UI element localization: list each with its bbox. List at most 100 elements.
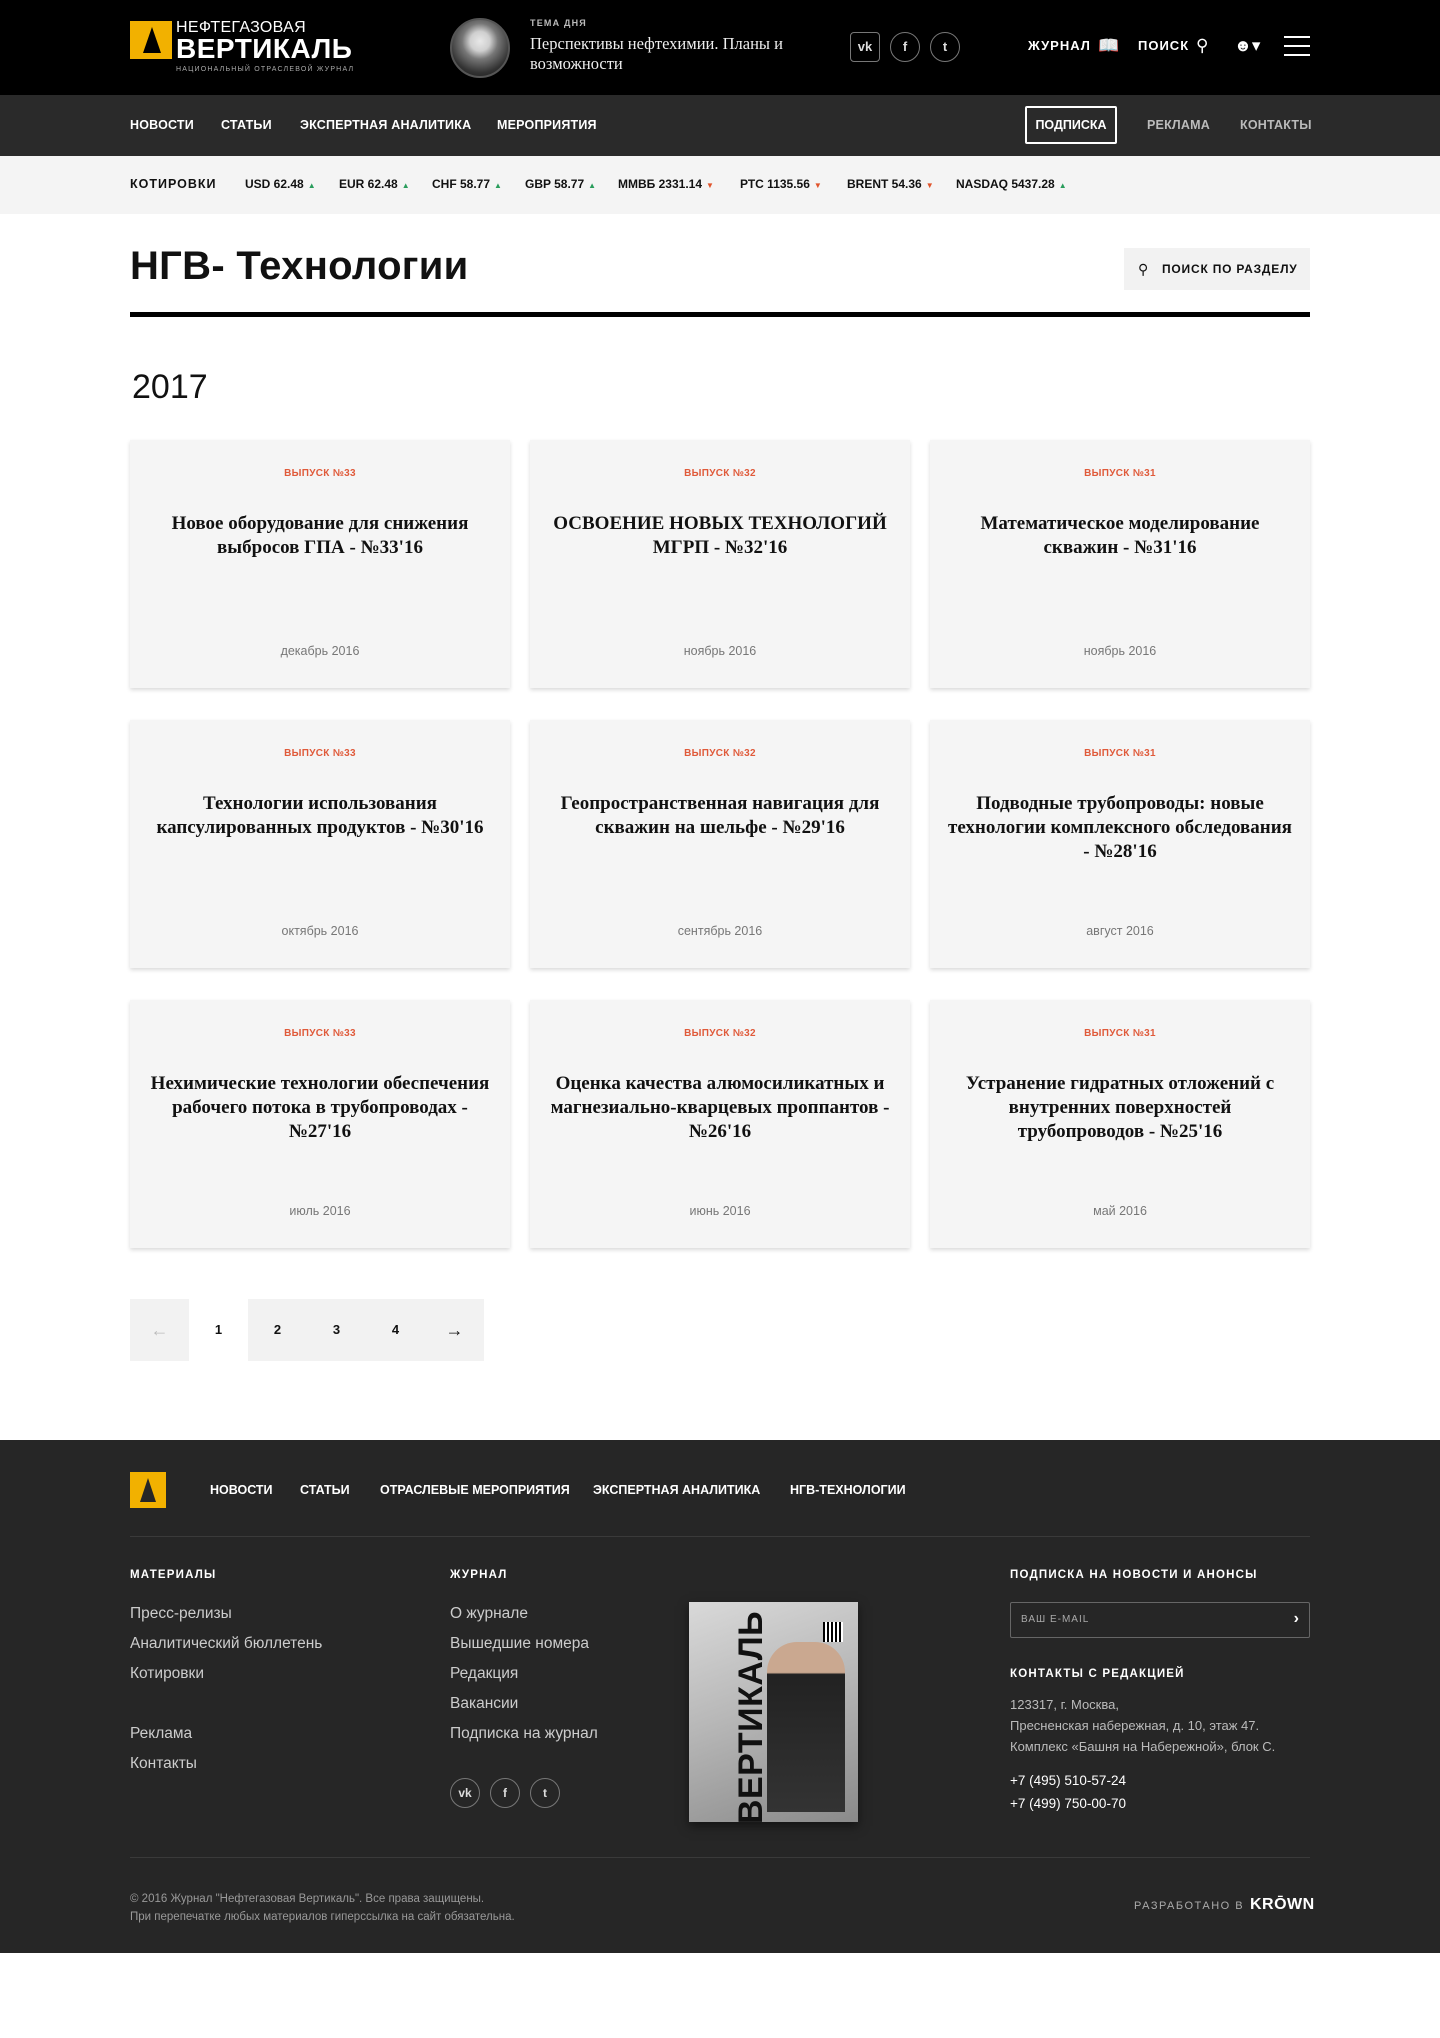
journal-link[interactable]: О журнале bbox=[450, 1605, 528, 1623]
article-title[interactable]: Геопространственная навигация для скважи… bbox=[546, 792, 894, 840]
qr-code-icon bbox=[823, 1622, 843, 1642]
copyright-line: © 2016 Журнал "Нефтегазовая Вертикаль". … bbox=[130, 1893, 485, 1905]
arrow-down-icon: ▼ bbox=[706, 181, 714, 190]
journal-cover-image[interactable]: ВЕРТИКАЛЬ bbox=[689, 1602, 858, 1822]
twitter-icon[interactable]: t bbox=[530, 1778, 560, 1808]
phone-link[interactable]: +7 (495) 510-57-24 bbox=[1010, 1773, 1126, 1788]
page-3-button[interactable]: 3 bbox=[307, 1299, 366, 1361]
facebook-icon[interactable]: f bbox=[890, 32, 920, 62]
topic-link[interactable]: Перспективы нефтехимии. Планы и возможно… bbox=[530, 34, 790, 74]
issue-label: ВЫПУСК №31 bbox=[1084, 1028, 1156, 1039]
issue-label: ВЫПУСК №32 bbox=[684, 468, 756, 479]
materials-link[interactable]: Аналитический бюллетень bbox=[130, 1635, 322, 1653]
quote-item: NASDAQ 5437.28 ▲ bbox=[956, 177, 1067, 191]
article-date: май 2016 bbox=[1093, 1204, 1147, 1218]
article-title[interactable]: Устранение гидратных отложений с внутрен… bbox=[946, 1072, 1294, 1144]
prev-page-arrow-icon[interactable]: ← bbox=[130, 1299, 189, 1361]
materials-link[interactable]: Контакты bbox=[130, 1755, 197, 1773]
issue-label: ВЫПУСК №33 bbox=[284, 468, 356, 479]
arrow-up-icon: ▲ bbox=[588, 181, 597, 190]
search-icon[interactable]: ⚲ bbox=[1196, 36, 1208, 56]
title-divider bbox=[130, 312, 1310, 317]
next-page-arrow-icon[interactable]: → bbox=[425, 1299, 484, 1361]
footer-nav-analytics[interactable]: ЭКСПЕРТНАЯ АНАЛИТИКА bbox=[593, 1483, 760, 1497]
article-card[interactable]: ВЫПУСК №31 Подводные трубопроводы: новые… bbox=[930, 720, 1310, 968]
email-input[interactable]: ВАШ E-MAIL › bbox=[1010, 1602, 1310, 1638]
site-logo[interactable]: НЕФТЕГАЗОВАЯ ВЕРТИКАЛЬ НАЦИОНАЛЬНЫЙ ОТРА… bbox=[130, 19, 370, 75]
nav-item-news[interactable]: НОВОСТИ bbox=[130, 118, 194, 132]
journal-link[interactable]: Подписка на журнал bbox=[450, 1725, 598, 1743]
footer-logo-icon[interactable] bbox=[130, 1472, 166, 1508]
hamburger-menu-icon[interactable] bbox=[1284, 36, 1310, 56]
journal-link[interactable]: Редакция bbox=[450, 1665, 518, 1683]
logo-tagline: НАЦИОНАЛЬНЫЙ ОТРАСЛЕВОЙ ЖУРНАЛ bbox=[176, 66, 355, 73]
vk-icon[interactable]: vk bbox=[450, 1778, 480, 1808]
footer: НОВОСТИ СТАТЬИ ОТРАСЛЕВЫЕ МЕРОПРИЯТИЯ ЭК… bbox=[0, 1440, 1440, 1953]
article-card[interactable]: ВЫПУСК №33 Технологии использования капс… bbox=[130, 720, 510, 968]
footer-nav-news[interactable]: НОВОСТИ bbox=[210, 1483, 273, 1497]
vk-icon[interactable]: vk bbox=[850, 32, 880, 62]
search-icon: ⚲ bbox=[1138, 261, 1150, 277]
nav-item-contacts[interactable]: КОНТАКТЫ bbox=[1240, 118, 1312, 132]
article-title[interactable]: Технологии использования капсулированных… bbox=[146, 792, 494, 840]
arrow-down-icon: ▼ bbox=[925, 181, 934, 190]
article-date: июнь 2016 bbox=[689, 1204, 751, 1218]
quote-item: EUR 62.48 ▲ bbox=[339, 177, 410, 191]
footer-nav-articles[interactable]: СТАТЬИ bbox=[300, 1483, 350, 1497]
page-4-button[interactable]: 4 bbox=[366, 1299, 425, 1361]
section-search-button[interactable]: ⚲ ПОИСК ПО РАЗДЕЛУ bbox=[1124, 248, 1310, 290]
journal-link[interactable]: Вакансии bbox=[450, 1695, 518, 1713]
article-title[interactable]: Подводные трубопроводы: новые технологии… bbox=[946, 792, 1294, 864]
page-2-button[interactable]: 2 bbox=[248, 1299, 307, 1361]
search-link[interactable]: ПОИСК bbox=[1138, 38, 1189, 53]
article-title[interactable]: ОСВОЕНИЕ НОВЫХ ТЕХНОЛОГИЙ МГРП - №32'16 bbox=[546, 512, 894, 560]
nav-item-analytics[interactable]: ЭКСПЕРТНАЯ АНАЛИТИКА bbox=[300, 118, 471, 132]
phone-link[interactable]: +7 (499) 750-00-70 bbox=[1010, 1796, 1126, 1811]
subscribe-button[interactable]: ПОДПИСКА bbox=[1025, 106, 1117, 144]
article-card[interactable]: ВЫПУСК №31 Устранение гидратных отложени… bbox=[930, 1000, 1310, 1248]
chevron-right-icon[interactable]: › bbox=[1294, 1610, 1299, 1628]
article-card[interactable]: ВЫПУСК №31 Математическое моделирование … bbox=[930, 440, 1310, 688]
footer-nav-events[interactable]: ОТРАСЛЕВЫЕ МЕРОПРИЯТИЯ bbox=[380, 1483, 570, 1497]
quote-item: РТС 1135.56 ▼ bbox=[740, 177, 822, 191]
article-card[interactable]: ВЫПУСК №32 ОСВОЕНИЕ НОВЫХ ТЕХНОЛОГИЙ МГР… bbox=[530, 440, 910, 688]
contacts-heading: КОНТАКТЫ С РЕДАКЦИЕЙ bbox=[1010, 1668, 1185, 1680]
section-search-label: ПОИСК ПО РАЗДЕЛУ bbox=[1162, 262, 1298, 276]
user-menu-icon[interactable]: ☻▾ bbox=[1234, 36, 1260, 56]
article-title[interactable]: Оценка качества алюмосиликатных и магнез… bbox=[546, 1072, 894, 1144]
page-title: НГВ- Технологии bbox=[130, 244, 469, 288]
article-card[interactable]: ВЫПУСК №32 Геопространственная навигация… bbox=[530, 720, 910, 968]
topic-author-avatar[interactable] bbox=[450, 18, 510, 78]
page-1-button[interactable]: 1 bbox=[189, 1299, 248, 1361]
arrow-up-icon: ▲ bbox=[1058, 181, 1067, 190]
materials-link[interactable]: Реклама bbox=[130, 1725, 192, 1743]
materials-link[interactable]: Пресс-релизы bbox=[130, 1605, 232, 1623]
year-heading: 2017 bbox=[132, 368, 208, 406]
email-placeholder: ВАШ E-MAIL bbox=[1021, 1614, 1090, 1625]
article-card[interactable]: ВЫПУСК №32 Оценка качества алюмосиликатн… bbox=[530, 1000, 910, 1248]
article-title[interactable]: Математическое моделирование скважин - №… bbox=[946, 512, 1294, 560]
issue-label: ВЫПУСК №33 bbox=[284, 1028, 356, 1039]
journal-link[interactable]: Вышедшие номера bbox=[450, 1635, 589, 1653]
nav-item-articles[interactable]: СТАТЬИ bbox=[221, 118, 272, 132]
address-line: 123317, г. Москва, bbox=[1010, 1697, 1119, 1712]
footer-nav-ngv-tech[interactable]: НГВ-ТЕХНОЛОГИИ bbox=[790, 1483, 906, 1497]
developer-logo[interactable]: KRŌWN bbox=[1250, 1896, 1315, 1914]
nav-item-ads[interactable]: РЕКЛАМА bbox=[1147, 118, 1210, 132]
article-title[interactable]: Нехимические технологии обеспечения рабо… bbox=[146, 1072, 494, 1144]
quote-item: BRENT 54.36 ▼ bbox=[847, 177, 934, 191]
twitter-icon[interactable]: t bbox=[930, 32, 960, 62]
issue-label: ВЫПУСК №31 bbox=[1084, 748, 1156, 759]
article-title[interactable]: Новое оборудование для снижения выбросов… bbox=[146, 512, 494, 560]
journal-link[interactable]: ЖУРНАЛ bbox=[1028, 38, 1091, 53]
cover-title: ВЕРТИКАЛЬ bbox=[732, 1610, 771, 1822]
article-card[interactable]: ВЫПУСК №33 Новое оборудование для снижен… bbox=[130, 440, 510, 688]
book-icon[interactable]: 📖 bbox=[1098, 36, 1119, 56]
logo-mark-icon bbox=[130, 21, 172, 59]
article-date: ноябрь 2016 bbox=[1083, 644, 1157, 658]
article-card[interactable]: ВЫПУСК №33 Нехимические технологии обесп… bbox=[130, 1000, 510, 1248]
nav-item-events[interactable]: МЕРОПРИЯТИЯ bbox=[497, 118, 597, 132]
issue-label: ВЫПУСК №33 bbox=[284, 748, 356, 759]
facebook-icon[interactable]: f bbox=[490, 1778, 520, 1808]
materials-link[interactable]: Котировки bbox=[130, 1665, 204, 1683]
